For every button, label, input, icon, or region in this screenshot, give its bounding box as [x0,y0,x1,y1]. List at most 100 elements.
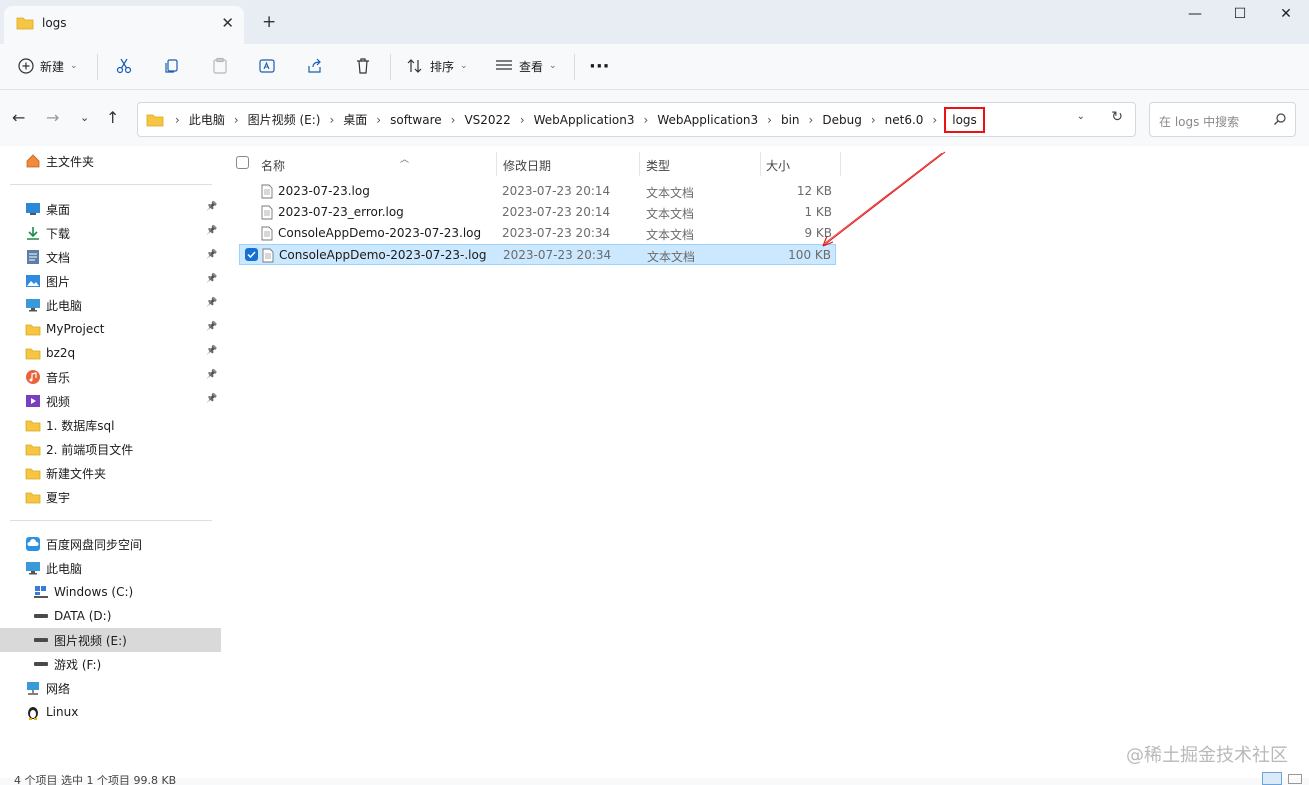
sidebar-item[interactable]: 图片视频 (E:) [0,628,221,652]
breadcrumb-current[interactable]: logs [944,106,985,133]
sidebar-item[interactable]: 文档 📌 [0,245,221,269]
status-bar: 4 个项目 选中 1 个项目 99.8 KB [0,774,1309,785]
sidebar-item[interactable]: 图片 📌 [0,269,221,293]
breadcrumb-item[interactable]: WebApplication3 [653,113,762,127]
sidebar-item[interactable]: MyProject 📌 [0,317,221,341]
tab-logs[interactable]: logs ✕ [4,6,244,44]
tiles-view-toggle[interactable] [1288,774,1302,784]
more-options-button[interactable]: ··· [589,53,610,79]
sidebar-item[interactable]: DATA (D:) [0,604,221,628]
breadcrumb-item[interactable]: 此电脑 [185,111,229,128]
breadcrumb-item[interactable]: bin [777,113,804,127]
new-tab-button[interactable]: + [262,12,276,32]
drive-icon [32,655,50,673]
breadcrumb-chevron-icon[interactable]: › [639,113,654,127]
breadcrumb-chevron-icon[interactable]: › [446,113,461,127]
sidebar-item[interactable]: Linux [0,700,221,724]
file-row[interactable]: 2023-07-23_error.log 2023-07-23 20:14 文本文档… [239,202,836,223]
picture-icon [24,272,42,290]
column-name-label: 名称 [261,158,286,173]
sidebar-item[interactable]: 音乐 📌 [0,365,221,389]
sidebar-item[interactable]: 2. 前端项目文件 [0,437,221,461]
sort-ascending-icon: ︿ [400,155,410,165]
breadcrumb-item[interactable]: net6.0 [881,113,928,127]
maximize-button[interactable]: ☐ [1217,4,1263,30]
breadcrumb-chevron-icon[interactable]: › [927,113,942,127]
share-button[interactable] [306,53,324,79]
breadcrumb-item[interactable]: WebApplication3 [530,113,639,127]
column-header-modified[interactable]: 修改日期 [503,154,633,176]
navigation-pane: 主文件夹 桌面 📌 下载 📌 文档 📌 图片 📌 此电脑 📌 MyProject 📌 bz2q 📌 音乐 📌 视… [0,146,223,778]
status-text: 4 个项目 选中 1 个项目 99.8 KB [14,774,177,785]
file-modified: 2023-07-23 20:14 [502,184,611,198]
file-row[interactable]: ConsoleAppDemo-2023-07-23-.log 2023-07-23… [239,244,836,265]
watermark-text: @稀土掘金技术社区 [1126,745,1288,766]
sidebar-item[interactable]: Windows (C:) [0,580,221,604]
details-view-toggle[interactable] [1262,772,1282,785]
breadcrumb-item[interactable]: VS2022 [460,113,514,127]
breadcrumb-chevron-icon[interactable]: › [170,113,185,127]
breadcrumb-item[interactable]: 桌面 [339,111,371,128]
sidebar-item[interactable]: bz2q 📌 [0,341,221,365]
sidebar-item[interactable]: 夏宇 [0,485,221,509]
file-row[interactable]: 2023-07-23.log 2023-07-23 20:14 文本文档 12 KB [239,181,836,202]
view-button[interactable]: 查看 ⌄ [495,53,557,79]
sidebar-item[interactable]: 新建文件夹 [0,461,221,485]
breadcrumb-item[interactable]: software [386,113,446,127]
file-name: ConsoleAppDemo-2023-07-23.log [278,226,482,240]
sidebar-item[interactable]: 下载 📌 [0,221,221,245]
rename-button[interactable] [258,53,276,79]
column-divider[interactable] [639,152,640,176]
computer-icon [24,559,42,577]
close-window-button[interactable]: ✕ [1263,4,1309,30]
refresh-icon[interactable]: ↻ [1111,109,1123,125]
sidebar-item-home[interactable]: 主文件夹 [0,149,221,173]
address-bar[interactable]: › 此电脑 › 图片视频 (E:) › 桌面 › software › VS2022 › WebApp… [137,102,1136,137]
sidebar-item[interactable]: 视频 📌 [0,389,221,413]
close-tab-icon[interactable]: ✕ [221,14,234,32]
breadcrumb-item[interactable]: 图片视频 (E:) [244,111,325,128]
breadcrumb-chevron-icon[interactable]: › [515,113,530,127]
sidebar-item[interactable]: 桌面 📌 [0,197,221,221]
sidebar-item[interactable]: 此电脑 📌 [0,293,221,317]
sidebar-item-label: 文档 [46,250,71,265]
paste-button[interactable] [211,53,229,79]
up-arrow-icon[interactable]: ↑ [106,108,119,127]
breadcrumb-chevron-icon[interactable]: › [804,113,819,127]
copy-button[interactable] [163,53,181,79]
select-all-checkbox[interactable] [236,156,249,169]
delete-button[interactable] [354,53,372,79]
breadcrumb-item[interactable]: Debug [818,113,865,127]
checkbox-checked-icon[interactable] [245,248,258,261]
cut-button[interactable] [115,53,133,79]
recent-chevron-icon[interactable]: ⌄ [80,111,89,124]
sidebar-item[interactable]: 1. 数据库sql [0,413,221,437]
column-divider[interactable] [760,152,761,176]
minimize-button[interactable]: — [1172,4,1218,30]
sort-button[interactable]: 排序 ⌄ [406,53,468,79]
column-divider[interactable] [496,152,497,176]
breadcrumb-chevron-icon[interactable]: › [371,113,386,127]
breadcrumb-chevron-icon[interactable]: › [324,113,339,127]
address-dropdown-icon[interactable]: ⌄ [1077,111,1085,122]
breadcrumb-chevron-icon[interactable]: › [229,113,244,127]
file-type: 文本文档 [647,250,696,264]
breadcrumb-chevron-icon[interactable]: › [866,113,881,127]
text-file-icon [261,205,273,223]
breadcrumb-chevron-icon[interactable]: › [762,113,777,127]
sidebar-item-label: 2. 前端项目文件 [46,442,134,457]
search-box[interactable]: 在 logs 中搜索 [1149,102,1296,137]
new-button[interactable]: 新建 ⌄ [18,53,78,79]
folder-icon [24,464,42,482]
sidebar-item[interactable]: 百度网盘同步空间 [0,532,221,556]
column-header-name[interactable]: 名称 ︿ [261,154,491,176]
sidebar-item[interactable]: 游戏 (F:) [0,652,221,676]
file-row[interactable]: ConsoleAppDemo-2023-07-23.log 2023-07-23 … [239,223,836,244]
back-arrow-icon[interactable]: ← [12,108,25,127]
sidebar-item[interactable]: 网络 [0,676,221,700]
file-modified: 2023-07-23 20:34 [502,226,611,240]
column-header-type[interactable]: 类型 [646,154,756,176]
sidebar-item[interactable]: 此电脑 [0,556,221,580]
file-name: 2023-07-23_error.log [278,205,404,219]
forward-arrow-icon[interactable]: → [46,108,59,127]
